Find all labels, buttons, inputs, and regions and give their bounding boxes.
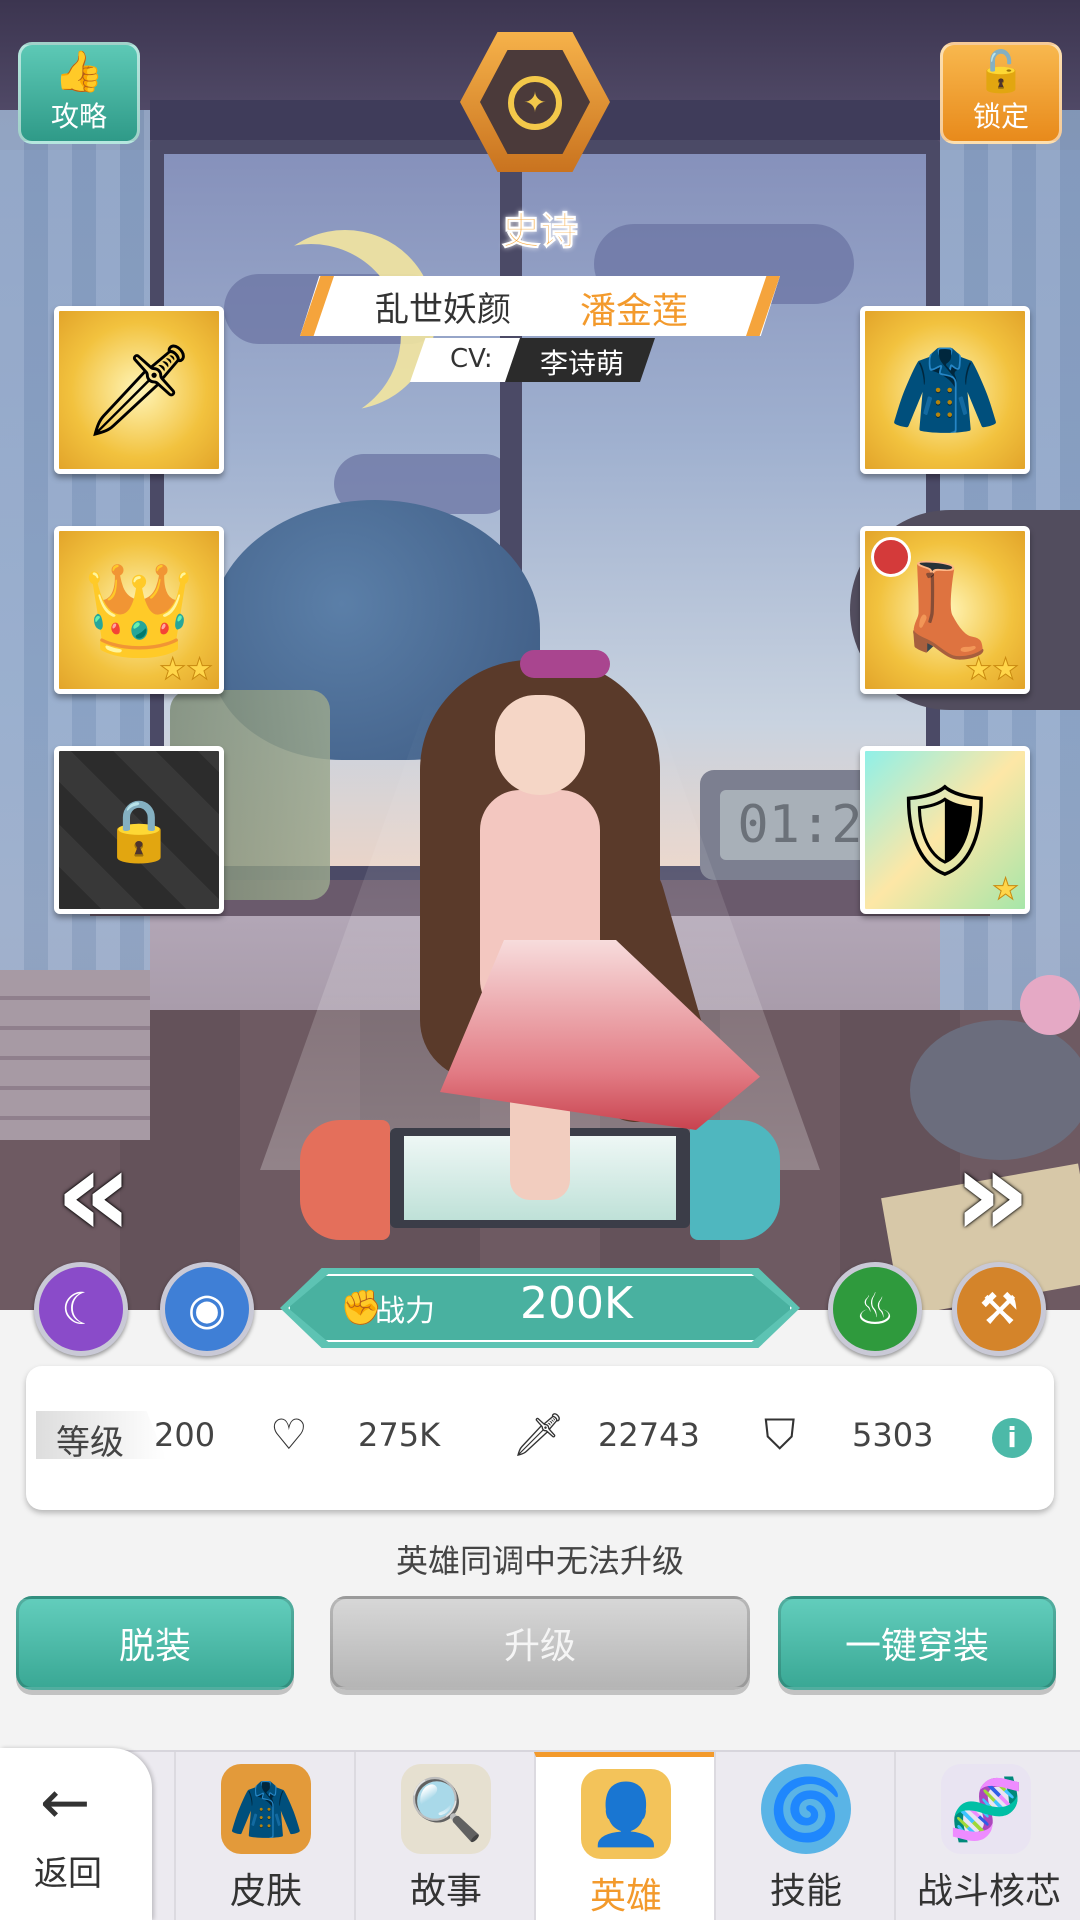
hero-character[interactable] <box>400 640 760 1200</box>
tab-story[interactable]: 🔍 故事 <box>354 1752 534 1920</box>
tab-label: 技能 <box>769 1871 842 1912</box>
guide-label: 攻略 <box>50 100 107 133</box>
tab-skin[interactable]: 🧥 皮肤 <box>174 1752 354 1920</box>
mind-icon[interactable]: ◉ <box>160 1262 254 1356</box>
rarity-label: 史诗 <box>501 209 578 254</box>
lock-label: 锁定 <box>972 100 1029 133</box>
flame-icon[interactable]: ♨ <box>828 1262 922 1356</box>
equip-slot-armor[interactable]: 🧥 <box>860 306 1030 474</box>
piggy-toy <box>1020 975 1080 1035</box>
hero-name: 潘金莲 <box>580 291 689 332</box>
thumbs-up-icon: 👍 <box>54 49 104 95</box>
tab-hero[interactable]: 👤 英雄 <box>534 1752 714 1920</box>
combat-power-banner: ✊ 战力 200K <box>280 1268 800 1348</box>
equip-slot-boots[interactable]: 👢 ★★ <box>860 526 1030 694</box>
level-label: 等级 <box>56 1423 124 1463</box>
lock-button[interactable]: 🔓 锁定 <box>940 42 1062 144</box>
unequip-button[interactable]: 脱装 <box>16 1596 294 1690</box>
hero-name-plate: 乱世妖颜 潘金莲 <box>300 276 780 336</box>
upgrade-blocked-message: 英雄同调中无法升级 <box>395 1542 684 1580</box>
sword-icon: 🗡 <box>512 1410 566 1459</box>
tab-skill[interactable]: 🌀 技能 <box>714 1752 894 1920</box>
back-button[interactable]: ← 返回 <box>0 1748 152 1920</box>
armor-icon: 🧥 <box>888 337 1002 443</box>
tab-label: 皮肤 <box>229 1871 302 1912</box>
info-icon[interactable]: i <box>992 1418 1032 1458</box>
equip-slot-emblem[interactable]: 🛡 ★ <box>860 746 1030 914</box>
vortex-icon: 🌀 <box>761 1764 851 1854</box>
guide-button[interactable]: 👍 攻略 <box>18 42 140 144</box>
previous-hero-arrow-icon[interactable]: « <box>44 1135 144 1255</box>
power-value: 200K <box>520 1278 633 1329</box>
set-badge-icon <box>871 537 911 577</box>
book-stack <box>0 970 150 1140</box>
hero-title: 乱世妖颜 <box>375 290 511 330</box>
level-value: 200 <box>154 1416 216 1454</box>
sunglasses <box>520 650 610 678</box>
back-label: 返回 <box>34 1854 102 1894</box>
stats-card: 等级 200 ♡ 275K 🗡 22743 ⛉ 5303 i <box>26 1366 1054 1510</box>
star-rating: ★★ <box>965 652 1020 688</box>
sword-icon: 🗡 <box>81 337 197 443</box>
shield-icon: ⛉ <box>764 1410 796 1459</box>
attack-value: 22743 <box>598 1416 700 1454</box>
hero-card-icon: 👤 <box>581 1769 671 1859</box>
star-rating: ★ <box>992 872 1020 908</box>
equip-slot-weapon[interactable]: 🗡 <box>54 306 224 474</box>
tab-label: 战斗核芯 <box>916 1871 1061 1912</box>
crosshair-icon: ✦ <box>508 76 562 130</box>
power-label: 战力 <box>375 1294 435 1329</box>
equip-slot-helmet[interactable]: 👑 ★★ <box>54 526 224 694</box>
dna-icon: 🧬 <box>941 1764 1031 1854</box>
moon-icon[interactable]: ☾ <box>34 1262 128 1356</box>
upgrade-button[interactable]: 升级 <box>330 1596 750 1690</box>
equip-slot-locked[interactable]: 🔒 <box>54 746 224 914</box>
star-rating: ★★ <box>159 652 214 688</box>
rarity-badge: ✦ <box>450 32 620 182</box>
hp-value: 275K <box>358 1416 441 1454</box>
heart-icon: ♡ <box>270 1410 308 1459</box>
defense-value: 5303 <box>852 1416 934 1454</box>
back-arrow-icon: ← <box>40 1768 91 1838</box>
hammer-icon[interactable]: ⚒ <box>952 1262 1046 1356</box>
tab-label: 英雄 <box>589 1876 662 1917</box>
equip-all-button[interactable]: 一键穿装 <box>778 1596 1056 1690</box>
hero-face <box>495 695 585 795</box>
tab-battle-core[interactable]: 🧬 战斗核芯 <box>894 1752 1080 1920</box>
unlock-icon: 🔓 <box>976 49 1026 95</box>
level-tag: 等级 <box>36 1411 166 1459</box>
cv-label: CV: <box>450 344 493 374</box>
voice-actor-plate: CV: 李诗萌 <box>410 338 670 382</box>
console-left-controller <box>300 1120 390 1240</box>
coat-icon: 🧥 <box>221 1764 311 1854</box>
lock-icon: 🔒 <box>101 795 177 866</box>
cv-name: 李诗萌 <box>540 347 625 380</box>
next-hero-arrow-icon[interactable]: » <box>942 1135 1042 1255</box>
tab-label: 故事 <box>409 1871 482 1912</box>
magnifier-book-icon: 🔍 <box>401 1764 491 1854</box>
